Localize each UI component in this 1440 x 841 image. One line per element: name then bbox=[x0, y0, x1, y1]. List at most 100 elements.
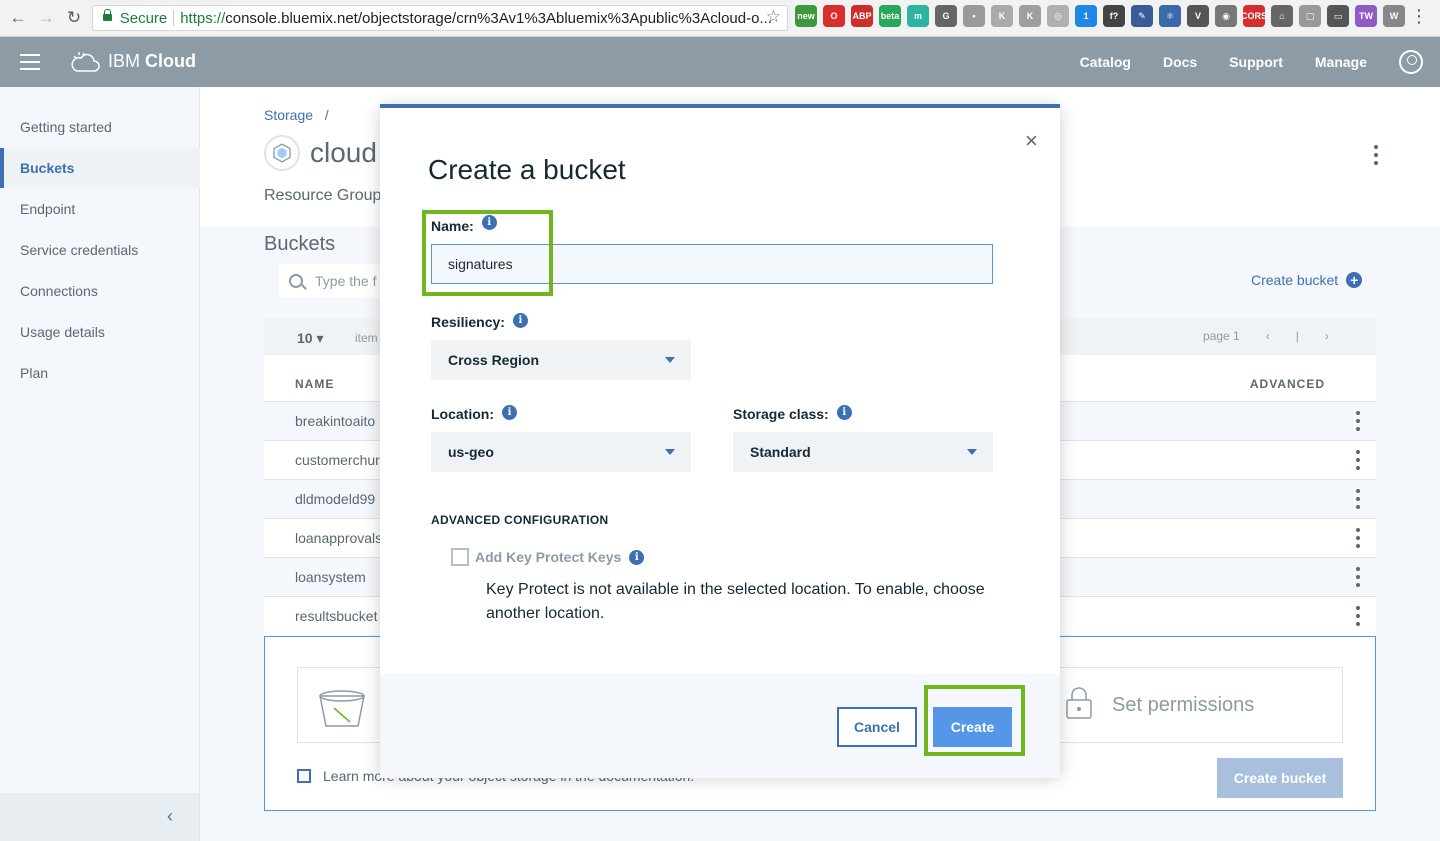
bucket-name-cell[interactable]: loanapprovals bbox=[295, 530, 382, 546]
breadcrumb: Storage / bbox=[264, 107, 329, 123]
browser-extension-icon[interactable]: O bbox=[823, 5, 845, 27]
location-select[interactable]: us-geo bbox=[431, 432, 691, 472]
next-page-icon[interactable]: › bbox=[1325, 329, 1329, 343]
row-overflow-menu-icon[interactable] bbox=[1356, 489, 1360, 513]
nav-support[interactable]: Support bbox=[1229, 54, 1283, 70]
prev-page-icon[interactable]: ‹ bbox=[1266, 329, 1270, 343]
chevron-down-icon bbox=[967, 449, 977, 455]
secure-label: Secure bbox=[119, 9, 168, 27]
bucket-name-input[interactable] bbox=[431, 244, 993, 284]
browser-extension-icon[interactable]: new bbox=[795, 5, 817, 27]
sidebar-item-usage-details[interactable]: Usage details bbox=[0, 312, 200, 352]
nav-catalog[interactable]: Catalog bbox=[1080, 54, 1131, 70]
storage-class-info-icon[interactable]: i bbox=[836, 404, 852, 420]
set-permissions-label: Set permissions bbox=[1112, 694, 1255, 716]
browser-menu-icon[interactable]: ⋮ bbox=[1410, 6, 1428, 27]
column-header-name[interactable]: NAME bbox=[295, 377, 334, 391]
browser-extension-icon[interactable]: beta bbox=[879, 5, 901, 27]
resiliency-info-icon[interactable]: i bbox=[512, 312, 528, 328]
browser-extension-icon[interactable]: • bbox=[963, 5, 985, 27]
resource-group-label: Resource Group bbox=[264, 187, 382, 204]
column-header-advanced[interactable]: ADVANCED bbox=[1250, 377, 1325, 391]
browser-extension-icon[interactable]: ◎ bbox=[1047, 5, 1069, 27]
browser-extension-icon[interactable]: W bbox=[1383, 5, 1405, 27]
brand-name[interactable]: IBM Cloud bbox=[108, 51, 196, 72]
modal-title: Create a bucket bbox=[428, 154, 626, 185]
create-bucket-button-secondary[interactable]: Create bucket bbox=[1217, 758, 1343, 798]
name-label: Name: i bbox=[431, 214, 497, 234]
forward-icon[interactable]: → bbox=[32, 4, 60, 32]
browser-extension-icon[interactable]: G bbox=[935, 5, 957, 27]
row-overflow-menu-icon[interactable] bbox=[1356, 411, 1360, 435]
row-overflow-menu-icon[interactable] bbox=[1356, 606, 1360, 630]
browser-toolbar: ← → ↻ Secure https:// console.bluemix.ne… bbox=[0, 0, 1440, 37]
row-overflow-menu-icon[interactable] bbox=[1356, 528, 1360, 552]
sidebar-item-buckets[interactable]: Buckets bbox=[0, 148, 200, 188]
sidebar-item-connections[interactable]: Connections bbox=[0, 271, 200, 311]
create-button[interactable]: Create bbox=[933, 707, 1012, 747]
browser-extension-icon[interactable]: ▢ bbox=[1299, 5, 1321, 27]
browser-extension-icon[interactable]: ABP bbox=[851, 5, 873, 27]
browser-extension-icon[interactable]: ✎ bbox=[1131, 5, 1153, 27]
cancel-button[interactable]: Cancel bbox=[837, 707, 917, 747]
nav-manage[interactable]: Manage bbox=[1315, 54, 1367, 70]
sidebar-item-service-credentials[interactable]: Service credentials bbox=[0, 230, 200, 270]
bucket-name-cell[interactable]: loansystem bbox=[295, 569, 366, 585]
object-storage-icon bbox=[264, 135, 300, 171]
bucket-name-cell[interactable]: customerchur bbox=[295, 452, 380, 468]
browser-extension-icon[interactable]: K bbox=[1019, 5, 1041, 27]
bucket-name-cell[interactable]: resultsbucket bbox=[295, 608, 377, 624]
url-scheme: https:// bbox=[180, 9, 226, 27]
browser-extension-icon[interactable]: K bbox=[991, 5, 1013, 27]
close-icon[interactable]: × bbox=[1025, 128, 1038, 154]
browser-extension-icon[interactable]: CORS bbox=[1241, 5, 1267, 27]
key-protect-note: Key Protect is not available in the sele… bbox=[486, 581, 985, 622]
bucket-name-cell[interactable]: breakintoaito bbox=[295, 413, 375, 429]
top-nav: Catalog Docs Support Manage bbox=[1048, 37, 1440, 87]
browser-extension-icon[interactable]: TW bbox=[1355, 5, 1377, 27]
browser-extension-icon[interactable]: ▭ bbox=[1327, 5, 1349, 27]
set-permissions-tile[interactable]: Set permissions bbox=[1045, 667, 1343, 743]
key-protect-label: Add Key Protect Keys i bbox=[475, 549, 645, 565]
browser-extension-icon[interactable]: ⚛ bbox=[1159, 5, 1181, 27]
sidebar-item-plan[interactable]: Plan bbox=[0, 353, 200, 393]
items-per-page-select[interactable]: 10 ▾ bbox=[297, 330, 324, 347]
key-protect-checkbox[interactable] bbox=[451, 548, 469, 566]
user-avatar-icon[interactable] bbox=[1399, 50, 1423, 74]
service-title: cloud bbox=[310, 137, 377, 168]
create-bucket-link[interactable]: Create bucket + bbox=[1251, 272, 1363, 288]
back-icon[interactable]: ← bbox=[4, 4, 32, 32]
chevron-down-icon bbox=[665, 449, 675, 455]
reload-icon[interactable]: ↻ bbox=[60, 4, 88, 32]
row-overflow-menu-icon[interactable] bbox=[1356, 567, 1360, 591]
browser-extension-icon[interactable]: 1 bbox=[1075, 5, 1097, 27]
sidebar-item-getting-started[interactable]: Getting started bbox=[0, 107, 200, 147]
app-header: IBM Cloud Catalog Docs Support Manage bbox=[0, 37, 1440, 87]
storage-class-select[interactable]: Standard bbox=[733, 432, 993, 472]
hamburger-menu-icon[interactable] bbox=[20, 54, 40, 70]
padlock-icon bbox=[1066, 687, 1092, 719]
row-overflow-menu-icon[interactable] bbox=[1356, 450, 1360, 474]
address-bar[interactable]: Secure https:// console.bluemix.net/obje… bbox=[92, 5, 788, 31]
collapse-sidebar-icon[interactable]: ‹ bbox=[167, 806, 173, 827]
bucket-name-cell[interactable]: dldmodeld99 bbox=[295, 491, 375, 507]
browser-extension-icon[interactable]: m bbox=[907, 5, 929, 27]
bookmark-star-icon[interactable]: ☆ bbox=[766, 7, 781, 27]
nav-docs[interactable]: Docs bbox=[1163, 54, 1197, 70]
page-overflow-menu-icon[interactable] bbox=[1374, 145, 1378, 169]
breadcrumb-storage[interactable]: Storage bbox=[264, 107, 313, 123]
resiliency-select[interactable]: Cross Region bbox=[431, 340, 691, 380]
key-protect-info-icon[interactable]: i bbox=[629, 549, 645, 565]
browser-extension-icon[interactable]: V bbox=[1187, 5, 1209, 27]
sidebar-item-endpoint[interactable]: Endpoint bbox=[0, 189, 200, 229]
location-label: Location: i bbox=[431, 404, 517, 422]
browser-extension-icon[interactable]: f? bbox=[1103, 5, 1125, 27]
browser-extension-icon[interactable]: ◉ bbox=[1215, 5, 1237, 27]
url-text: console.bluemix.net/objectstorage/crn%3A… bbox=[225, 9, 772, 27]
buckets-title: Buckets bbox=[264, 233, 336, 255]
location-info-icon[interactable]: i bbox=[502, 404, 517, 420]
items-label: item bbox=[355, 331, 378, 345]
browser-extension-icon[interactable]: ⌂ bbox=[1271, 5, 1293, 27]
name-info-icon[interactable]: i bbox=[481, 214, 497, 230]
search-placeholder: Type the f bbox=[315, 273, 377, 289]
